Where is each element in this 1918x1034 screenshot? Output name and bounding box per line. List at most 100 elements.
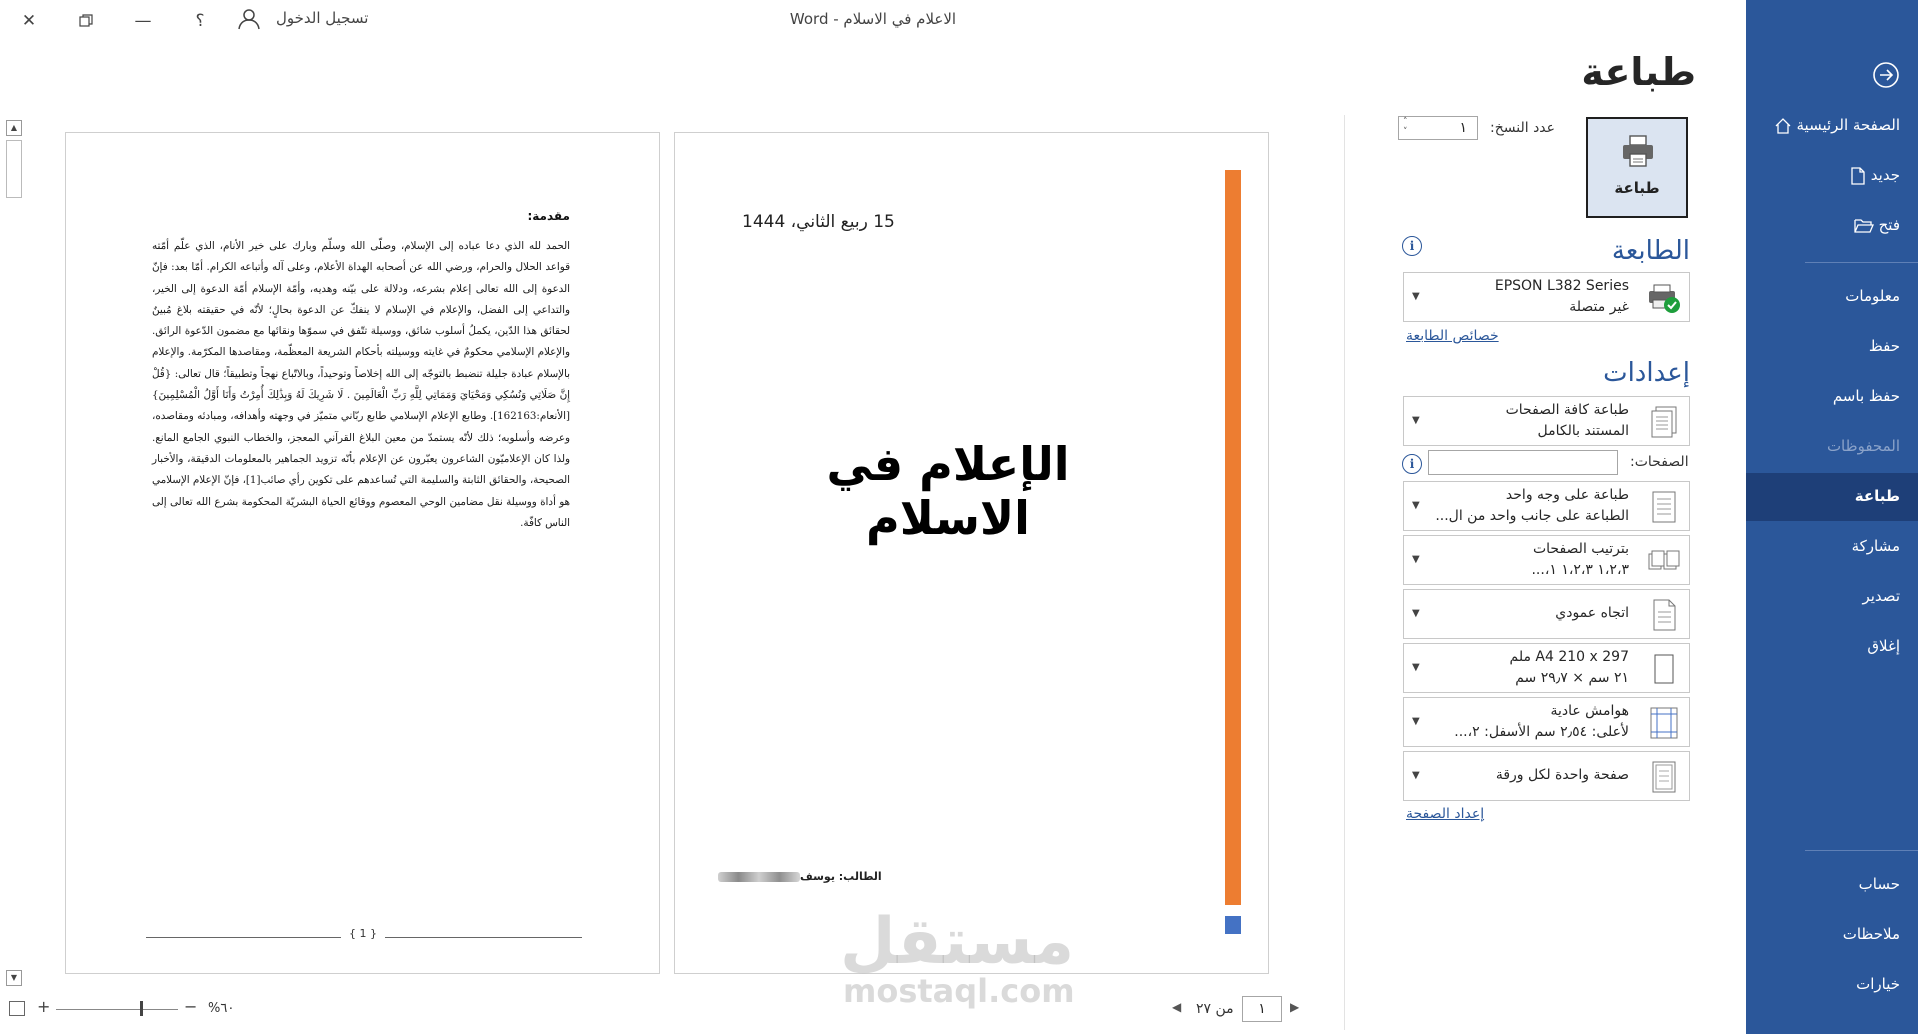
nav-share[interactable]: مشاركة [1852, 537, 1900, 555]
zoom-level[interactable]: ٦٠% [208, 1001, 234, 1016]
pages-per-sheet-label: صفحة واحدة لكل ورقة [1495, 767, 1629, 783]
chevron-down-icon: ▼ [1412, 554, 1420, 565]
nav-save-as[interactable]: حفظ باسم [1833, 387, 1900, 405]
printer-name: EPSON L382 Series [1494, 278, 1629, 294]
print-button[interactable]: طباعة [1586, 117, 1688, 218]
nav-open-label: فتح [1878, 216, 1900, 234]
nav-open[interactable]: فتح [1846, 216, 1900, 234]
chevron-down-icon: ▼ [1412, 415, 1420, 426]
printer-icon [1623, 135, 1653, 167]
nav-options[interactable]: خيارات [1856, 975, 1900, 993]
minimize-window-button[interactable]: — [123, 6, 163, 36]
orientation-dropdown[interactable]: ▼ اتجاه عمودي [1403, 589, 1690, 639]
paper-size-label: A4 210 x 297 ملم [1509, 649, 1629, 665]
restore-window-button[interactable] [66, 6, 106, 36]
chevron-down-icon: ▼ [1412, 716, 1420, 727]
pages-per-sheet-dropdown[interactable]: ▼ صفحة واحدة لكل ورقة [1403, 751, 1690, 801]
close-icon: ✕ [21, 11, 37, 31]
page-setup-link[interactable]: إعداد الصفحة [1406, 806, 1484, 822]
nav-separator [1805, 262, 1918, 263]
page-title: طباعة [1581, 50, 1696, 94]
collation-desc: ١،٢،٣ ١،٢،٣ ١،... [1531, 562, 1629, 578]
sides-dropdown[interactable]: ▼ طباعة على وجه واحد الطباعة على جانب وا… [1403, 481, 1690, 531]
chevron-down-icon: ▼ [1412, 291, 1420, 302]
scroll-thumb[interactable] [6, 140, 22, 198]
settings-section-heading: إعدادات [1603, 358, 1690, 388]
zoom-out-button[interactable]: − [184, 997, 197, 1016]
copies-value: ١ [1459, 120, 1467, 136]
title-bar: الاعلام في الاسلام - Word [0, 0, 1746, 42]
pages-label: الصفحات: [1630, 454, 1689, 470]
zoom-slider[interactable] [56, 1009, 178, 1010]
back-arrow-icon[interactable] [1872, 61, 1900, 89]
nav-print[interactable]: طباعة [1855, 487, 1900, 505]
printer-status: غير متصلة [1569, 299, 1629, 315]
nav-account[interactable]: حساب [1859, 875, 1900, 893]
chevron-down-icon: ▼ [1412, 608, 1420, 619]
help-button[interactable]: ؟ [180, 6, 220, 36]
nav-home-label: الصفحة الرئيسية [1796, 116, 1901, 134]
info-icon[interactable]: i [1402, 454, 1422, 474]
redacted-name [718, 872, 800, 882]
nav-new-label: جديد [1870, 166, 1900, 184]
nav-new[interactable]: جديد [1842, 166, 1900, 185]
collated-icon [1648, 550, 1680, 570]
sides-label: طباعة على وجه واحد [1505, 487, 1629, 503]
page-per-sheet-icon [1652, 761, 1676, 793]
printer-offline-icon [1649, 284, 1680, 313]
zoom-in-button[interactable]: + [37, 997, 50, 1016]
printer-dropdown[interactable]: ▼ EPSON L382 Series غير متصلة [1403, 272, 1690, 322]
margins-icon [1650, 707, 1678, 739]
copies-stepper[interactable]: ˄ ˅ ١ [1398, 116, 1478, 140]
fit-page-icon[interactable] [9, 1001, 25, 1016]
cover-student: الطالب: يوسف [800, 870, 882, 883]
sides-desc: الطباعة على جانب واحد من ال... [1435, 508, 1629, 524]
restore-icon [79, 14, 93, 27]
footer-line [146, 937, 341, 938]
nav-home[interactable]: الصفحة الرئيسية [1766, 116, 1900, 135]
margins-dropdown[interactable]: ▼ هوامش عادية لأعلى: ٢٫٥٤ سم الأسفل: ٢،.… [1403, 697, 1690, 747]
copies-label: عدد النسخ: [1490, 120, 1556, 136]
vertical-scrollbar[interactable]: ▲ ▼ [6, 120, 24, 990]
nav-feedback[interactable]: ملاحظات [1843, 925, 1900, 943]
pages-input[interactable] [1428, 450, 1618, 475]
next-page-icon[interactable]: ◀ [1172, 1000, 1181, 1014]
chevron-down-icon: ▼ [1412, 662, 1420, 673]
printer-properties-link[interactable]: خصائص الطابعة [1406, 328, 1499, 344]
paper-size-dropdown[interactable]: ▼ A4 210 x 297 ملم ٢١ سم × ٢٩٫٧ سم [1403, 643, 1690, 693]
printer-section-heading: الطابعة [1611, 236, 1690, 266]
nav-close[interactable]: إغلاق [1867, 637, 1900, 655]
footer-line [385, 937, 582, 938]
help-icon: ؟ [195, 11, 205, 31]
print-range-label: طباعة كافة الصفحات [1505, 402, 1629, 418]
nav-export[interactable]: تصدير [1862, 587, 1900, 605]
nav-info[interactable]: معلومات [1845, 287, 1900, 305]
scroll-down-icon[interactable]: ▼ [6, 970, 22, 986]
chevron-down-icon: ▼ [1412, 500, 1420, 511]
footer-page-number: { 1 } [349, 927, 377, 940]
pages-icon [1651, 406, 1677, 438]
minimize-icon: — [134, 11, 152, 31]
margins-label: هوامش عادية [1550, 703, 1629, 719]
current-page-input[interactable]: ١ [1242, 996, 1282, 1022]
sign-in-link[interactable]: تسجيل الدخول [276, 9, 368, 27]
watermark-logo: مستقل [840, 905, 1075, 979]
previous-page-icon[interactable]: ▶ [1290, 1000, 1299, 1014]
close-window-button[interactable]: ✕ [9, 6, 49, 36]
open-folder-icon [1854, 218, 1874, 233]
spin-up-icon[interactable]: ˄ [1403, 117, 1408, 127]
info-icon[interactable]: i [1402, 236, 1422, 256]
preview-divider [1344, 115, 1345, 1030]
user-icon[interactable] [234, 6, 260, 32]
print-range-dropdown[interactable]: ▼ طباعة كافة الصفحات المستند بالكامل [1403, 396, 1690, 446]
cover-orange-bar [1225, 170, 1241, 905]
spin-down-icon[interactable]: ˅ [1403, 127, 1408, 137]
intro-heading: مقدمة: [527, 209, 570, 223]
intro-body: الحمد لله الذي دعا عباده إلى الإسلام، وص… [152, 240, 570, 529]
home-icon [1775, 117, 1791, 134]
new-document-icon [1851, 166, 1865, 185]
nav-save[interactable]: حفظ [1869, 337, 1900, 355]
scroll-up-icon[interactable]: ▲ [6, 120, 22, 136]
collation-dropdown[interactable]: ▼ بترتيب الصفحات ١،٢،٣ ١،٢،٣ ١،... [1403, 535, 1690, 585]
zoom-slider-thumb[interactable] [140, 1001, 143, 1016]
